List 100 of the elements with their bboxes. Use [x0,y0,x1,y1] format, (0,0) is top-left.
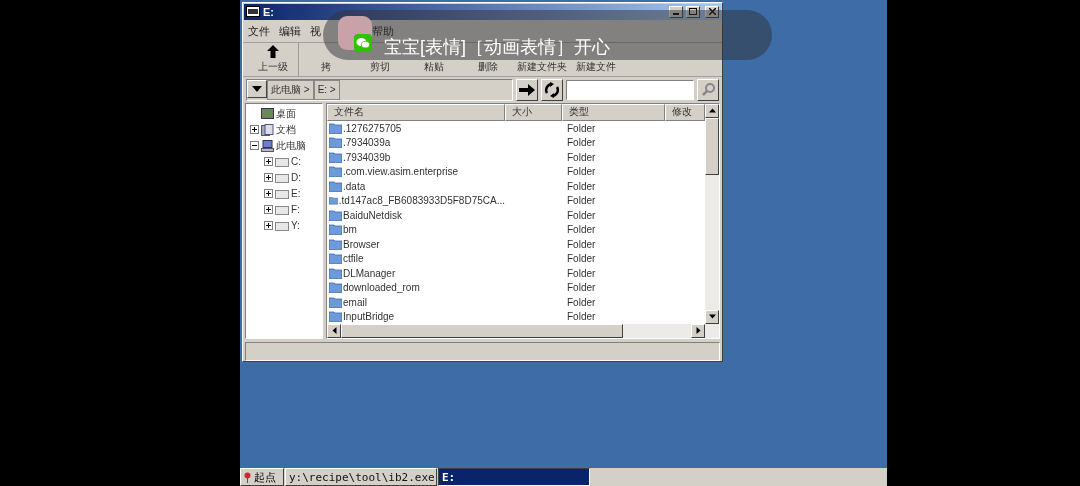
scroll-right-button[interactable] [691,324,705,339]
file-type: Folder [566,137,597,149]
tree-item[interactable]: D: [291,172,301,184]
folder-icon [329,166,342,178]
menu-item[interactable]: 文件 [248,23,270,39]
file-name[interactable]: .td147ac8_FB6083933D5F8D75CA... [327,195,505,207]
go-button[interactable] [516,78,538,101]
menu-item[interactable]: 编辑 [279,23,301,39]
file-name[interactable]: BaiduNetdisk [327,209,505,221]
file-type: Folder [566,282,597,294]
scroll-up-button[interactable] [705,103,719,118]
column-header[interactable]: 大小 [505,103,562,121]
file-name[interactable]: email [327,296,505,308]
breadcrumb[interactable]: 此电脑 > [267,79,314,100]
scroll-left-button[interactable] [327,324,341,339]
collapse-icon[interactable] [250,141,259,151]
file-type: Folder [566,151,597,163]
scroll-down-button[interactable] [705,310,719,325]
file-name[interactable]: bm [327,224,505,236]
expand-icon[interactable] [264,205,273,215]
file-type: Folder [566,209,597,221]
start-button[interactable]: 起点 [240,468,284,486]
refresh-button[interactable] [541,78,563,101]
up-arrow-icon [266,44,279,58]
breadcrumb[interactable]: E: > [313,79,340,100]
folder-icon [329,137,342,149]
tree-item[interactable]: 此电脑 [276,138,306,153]
file-name[interactable]: downloaded_rom [327,282,505,294]
pin-icon [244,471,251,483]
file-type: Folder [566,166,597,178]
maximize-icon [689,8,697,16]
file-name[interactable]: DLManager [327,267,505,279]
maximize-button[interactable] [686,5,700,18]
toolbar-button[interactable]: 上一级 [247,42,299,76]
toolbar-button[interactable]: 拷 [299,57,353,76]
expand-icon[interactable] [264,157,273,167]
tree-item[interactable]: 桌面 [276,106,296,121]
drive-icon [275,204,289,216]
expand-icon[interactable] [264,173,273,183]
expand-icon[interactable] [264,189,273,199]
search-icon [701,83,715,97]
desktop-icon [261,107,274,120]
file-name[interactable]: .7934039b [327,151,505,163]
toolbar-button[interactable]: 剪切 [353,57,407,76]
file-type: Folder [566,253,597,265]
caret-icon [252,85,262,92]
document-icon [261,123,274,136]
up-triangle-icon [708,106,716,114]
taskbar-item[interactable]: E: [438,468,590,486]
file-name[interactable]: .1276275705 [327,122,505,134]
drive-icon [275,172,289,184]
file-type: Folder [566,180,597,192]
toolbar-button[interactable]: 粘贴 [407,57,461,76]
file-name[interactable]: Browser [327,238,505,250]
left-triangle-icon [330,327,338,335]
toolbar-button[interactable]: 新建文件夹 [515,57,569,76]
expand-icon[interactable] [264,221,273,231]
file-name[interactable]: .com.view.asim.enterprise [327,166,505,178]
tree-item[interactable]: F: [291,204,300,216]
column-header[interactable]: 文件名 [327,103,505,121]
folder-icon [329,224,342,236]
minimize-button[interactable] [669,5,683,18]
file-name[interactable]: InputBridge [327,311,505,323]
tree-item[interactable]: C: [291,156,301,168]
column-header[interactable]: 类型 [562,103,665,121]
search-button[interactable] [697,78,719,101]
close-button[interactable] [705,5,719,18]
address-bar[interactable]: 此电脑 > E: > [246,78,513,101]
folder-icon [329,282,342,294]
right-arrow-icon [519,83,535,96]
taskbar-item[interactable]: y:\recipe\tool\ib2.exe [285,468,437,486]
vertical-scrollbar[interactable] [705,103,719,325]
menu-item[interactable]: 帮助 [372,23,394,39]
folder-icon [329,238,342,250]
toolbar-button[interactable]: 删除 [461,57,515,76]
expand-icon[interactable] [250,125,259,135]
file-type: Folder [566,267,597,279]
window-title: E: [263,5,275,18]
file-name[interactable]: ctfile [327,253,505,265]
dropdown-button[interactable] [247,79,267,98]
tree-item[interactable]: E: [291,188,301,200]
folder-icon [329,267,342,279]
drive-icon [275,220,289,232]
notification-text: 宝宝[表情]［动画表情］开心 [384,38,610,56]
close-icon [708,8,716,16]
search-field[interactable] [566,79,694,100]
computer-icon [261,139,274,152]
tree-item[interactable]: Y: [291,220,300,232]
file-type: Folder [566,195,597,207]
toolbar-button[interactable]: 新建文件 [569,57,623,76]
folder-icon [329,151,342,163]
horizontal-scrollbar[interactable] [327,324,719,339]
folder-icon [329,209,342,221]
tree-item[interactable]: 文档 [276,122,296,137]
column-header[interactable]: 修改 [665,103,705,121]
down-triangle-icon [708,313,716,321]
file-name[interactable]: .7934039a [327,137,505,149]
file-name[interactable]: .data [327,180,505,192]
folder-icon [329,296,342,308]
file-type: Folder [566,224,597,236]
